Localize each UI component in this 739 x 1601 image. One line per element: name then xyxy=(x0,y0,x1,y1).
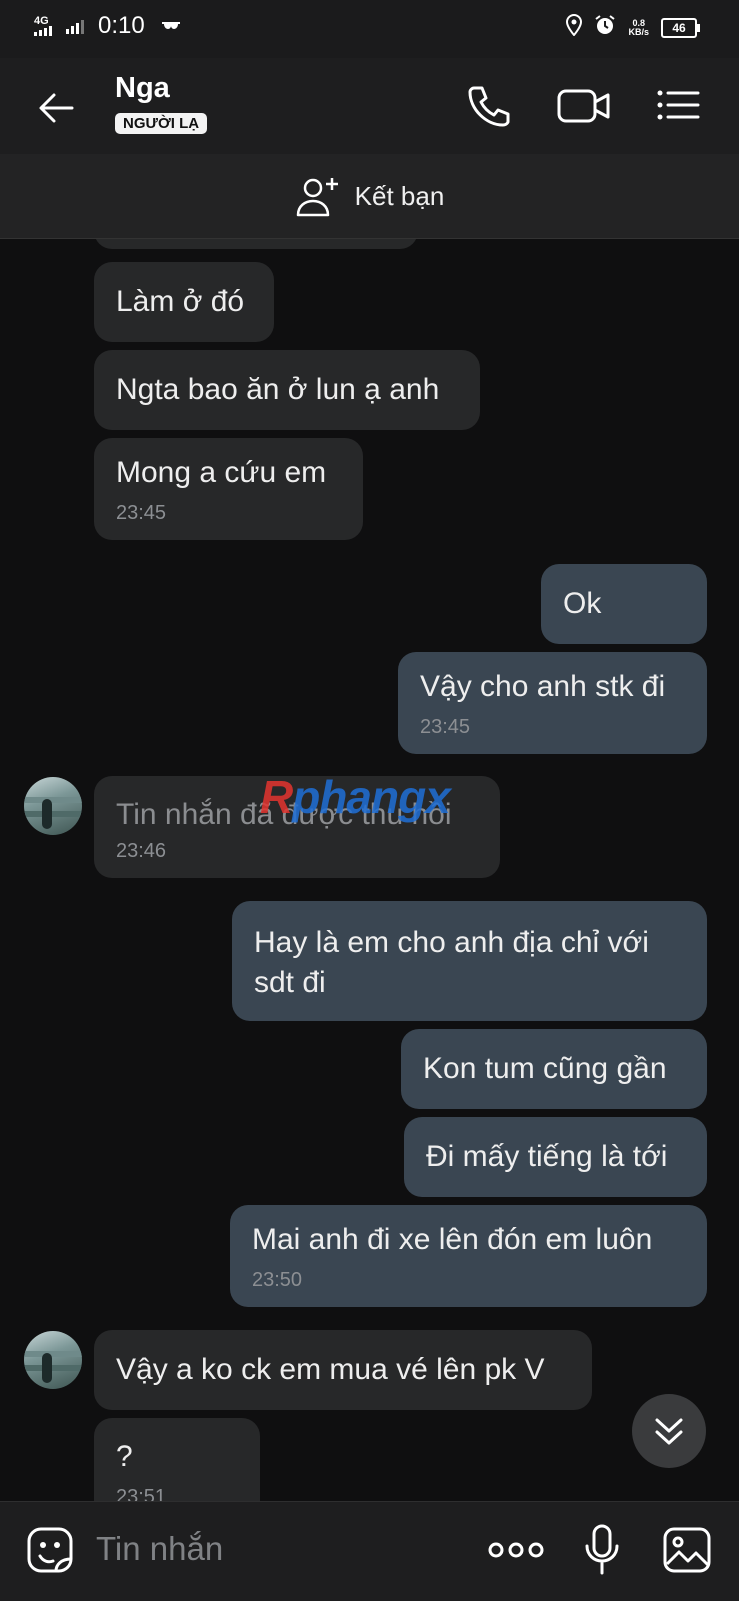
phone-icon xyxy=(468,86,510,127)
voice-record-button[interactable] xyxy=(584,1524,620,1581)
add-friend-bar[interactable]: Kết bạn xyxy=(0,154,739,239)
message-bubble[interactable]: ? 23:51 xyxy=(94,1418,260,1501)
status-left: 4G 0:10 xyxy=(34,12,181,40)
video-camera-icon xyxy=(557,89,610,123)
message-text: Ok xyxy=(563,587,602,620)
speed-unit: KB/s xyxy=(628,26,649,37)
message-bubble[interactable]: Đi mấy tiếng là tới xyxy=(404,1117,707,1197)
message-bubble[interactable]: Vậy a ko ck em mua vé lên pk V xyxy=(94,1330,592,1410)
message-text: Làm ở đó xyxy=(116,285,245,318)
message-bubble[interactable]: Mai anh đi xe lên đón em luôn 23:50 xyxy=(230,1205,707,1307)
message-text: Vậy a ko ck em mua vé lên pk V xyxy=(116,1353,545,1386)
message-text-line2: sdt đi xyxy=(254,966,326,999)
message-time: 23:45 xyxy=(116,502,167,524)
message-text: Mong a cứu em xyxy=(116,456,327,489)
message-text: Đi mấy tiếng là tới xyxy=(426,1140,668,1173)
incognito-icon xyxy=(161,17,181,35)
message-time: 23:45 xyxy=(420,716,471,738)
add-friend-icon xyxy=(296,178,338,217)
video-call-button[interactable] xyxy=(556,80,610,132)
message-input[interactable]: Tin nhắn xyxy=(96,1530,223,1568)
message-bubble[interactable]: Hay là em cho anh địa chỉ với sdt đi xyxy=(232,901,707,1021)
clock: 0:10 xyxy=(98,12,145,39)
message-text: Kon tum cũng gần xyxy=(423,1052,667,1085)
contact-avatar[interactable] xyxy=(24,1331,82,1389)
contact-name[interactable]: Nga xyxy=(115,72,170,105)
back-arrow-icon xyxy=(39,93,74,123)
contact-avatar[interactable] xyxy=(24,777,82,835)
status-right: 0.8 KB/s 46 xyxy=(566,13,700,41)
double-chevron-down-icon xyxy=(655,1418,683,1445)
watermark-logo: Rphangx xyxy=(260,771,451,823)
message-bubble[interactable]: Làm ở đó xyxy=(94,262,274,342)
scroll-to-bottom-button[interactable] xyxy=(632,1394,706,1468)
message-bubble-partial xyxy=(94,239,418,249)
stranger-badge: NGƯỜI LẠ xyxy=(115,113,208,134)
menu-button[interactable] xyxy=(656,80,708,132)
emoji-sticker-button[interactable] xyxy=(26,1526,74,1579)
message-bubble[interactable]: Ok xyxy=(541,564,707,644)
more-dots-icon xyxy=(488,1542,544,1558)
call-button[interactable] xyxy=(462,80,514,132)
message-text: Vậy cho anh stk đi xyxy=(420,670,666,703)
signal-icon-2 xyxy=(66,18,84,34)
back-button[interactable] xyxy=(34,86,78,130)
message-list[interactable]: Làm ở đó Ngta bao ăn ở lun ạ anh Mong a … xyxy=(0,239,739,1501)
signal-icon xyxy=(34,26,52,36)
message-bubble[interactable]: Kon tum cũng gần xyxy=(401,1029,707,1109)
image-icon xyxy=(663,1527,711,1573)
message-time: 23:46 xyxy=(116,840,167,862)
message-text: Ngta bao ăn ở lun ạ anh xyxy=(116,373,440,406)
alarm-icon xyxy=(594,14,616,41)
add-friend-label: Kết bạn xyxy=(354,180,445,211)
gallery-button[interactable] xyxy=(662,1526,712,1579)
sticker-icon xyxy=(27,1527,73,1573)
message-bubble[interactable]: Vậy cho anh stk đi 23:45 xyxy=(398,652,707,754)
message-time: 23:50 xyxy=(252,1269,303,1291)
list-menu-icon xyxy=(657,90,700,120)
message-text: Mai anh đi xe lên đón em luôn xyxy=(252,1223,653,1256)
microphone-icon xyxy=(585,1524,619,1575)
message-time: 23:51 xyxy=(116,1486,167,1501)
message-bubble[interactable]: Mong a cứu em 23:45 xyxy=(94,438,363,540)
message-bubble[interactable]: Ngta bao ăn ở lun ạ anh xyxy=(94,350,480,430)
network-speed: 0.8 KB/s xyxy=(628,18,649,37)
message-text: ? xyxy=(116,1440,133,1473)
chat-header xyxy=(0,58,739,154)
location-icon xyxy=(566,13,583,41)
more-options-button[interactable] xyxy=(488,1538,544,1567)
message-text-line1: Hay là em cho anh địa chỉ với xyxy=(254,926,649,959)
network-type: 4G xyxy=(34,15,49,27)
battery-icon: 46 xyxy=(661,17,700,38)
